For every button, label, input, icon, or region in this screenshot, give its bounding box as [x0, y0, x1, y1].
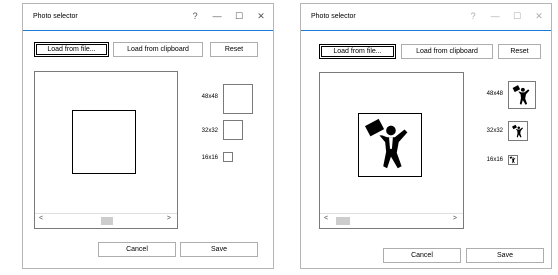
icon-preview-32	[508, 121, 528, 141]
businessman-briefcase-icon	[509, 156, 516, 164]
icon-preview-48	[223, 84, 253, 114]
window-controls: ? — ☐ ✕	[463, 4, 549, 29]
maximize-icon[interactable]: ☐	[229, 4, 249, 29]
icon-preview-48	[508, 81, 536, 109]
photo-selector-window-loaded: Photo selector ? — ☐ ✕ Load from file...…	[300, 3, 552, 269]
size-label-32: 32x32	[201, 128, 218, 134]
scroll-right-arrow[interactable]: >	[167, 215, 171, 222]
size-label-48: 48x48	[486, 91, 503, 97]
icon-preview-32	[223, 120, 243, 140]
window-title: Photo selector	[33, 13, 78, 20]
cancel-button[interactable]: Cancel	[98, 242, 176, 257]
scroll-left-arrow[interactable]: <	[324, 215, 328, 222]
scroll-left-arrow[interactable]: <	[39, 215, 43, 222]
window-controls: ? — ☐ ✕	[185, 4, 271, 29]
size-label-16: 16x16	[201, 155, 218, 161]
close-icon[interactable]: ✕	[251, 4, 271, 29]
window-title: Photo selector	[311, 13, 356, 20]
crop-frame[interactable]	[72, 110, 136, 174]
title-bar: Photo selector ? — ☐ ✕	[23, 4, 273, 29]
load-from-clipboard-button[interactable]: Load from clipboard	[113, 42, 203, 57]
businessman-briefcase-icon	[512, 85, 530, 105]
title-divider	[301, 30, 551, 31]
help-icon[interactable]: ?	[185, 4, 205, 29]
load-from-file-button[interactable]: Load from file...	[34, 42, 109, 57]
help-icon[interactable]: ?	[463, 4, 483, 29]
load-from-file-button[interactable]: Load from file...	[319, 44, 396, 59]
minimize-icon[interactable]: —	[485, 4, 505, 29]
title-divider	[23, 30, 273, 31]
title-bar: Photo selector ? — ☐ ✕	[301, 4, 551, 29]
horizontal-scrollbar[interactable]: < >	[35, 213, 177, 228]
save-button[interactable]: Save	[466, 248, 544, 263]
photo-selector-window-empty: Photo selector ? — ☐ ✕ Load from file...…	[22, 3, 274, 269]
scroll-thumb[interactable]	[336, 217, 350, 225]
reset-button[interactable]: Reset	[210, 42, 258, 57]
scroll-thumb[interactable]	[101, 217, 113, 225]
image-preview[interactable]: < >	[319, 72, 464, 229]
icon-preview-16	[508, 155, 518, 165]
crop-frame[interactable]	[358, 113, 422, 177]
image-preview[interactable]: < >	[34, 71, 178, 229]
save-button[interactable]: Save	[180, 242, 258, 257]
horizontal-scrollbar[interactable]: < >	[320, 213, 463, 228]
close-icon[interactable]: ✕	[529, 4, 549, 29]
icon-preview-16	[223, 152, 233, 162]
load-from-clipboard-button[interactable]: Load from clipboard	[401, 44, 493, 59]
size-label-32: 32x32	[486, 128, 503, 134]
businessman-briefcase-icon	[512, 124, 523, 138]
size-label-16: 16x16	[486, 157, 503, 163]
minimize-icon[interactable]: —	[207, 4, 227, 29]
maximize-icon[interactable]: ☐	[507, 4, 527, 29]
reset-button[interactable]: Reset	[498, 44, 541, 59]
cancel-button[interactable]: Cancel	[383, 248, 461, 263]
scroll-right-arrow[interactable]: >	[453, 215, 457, 222]
size-label-48: 48x48	[201, 94, 218, 100]
businessman-briefcase-icon	[364, 118, 408, 169]
